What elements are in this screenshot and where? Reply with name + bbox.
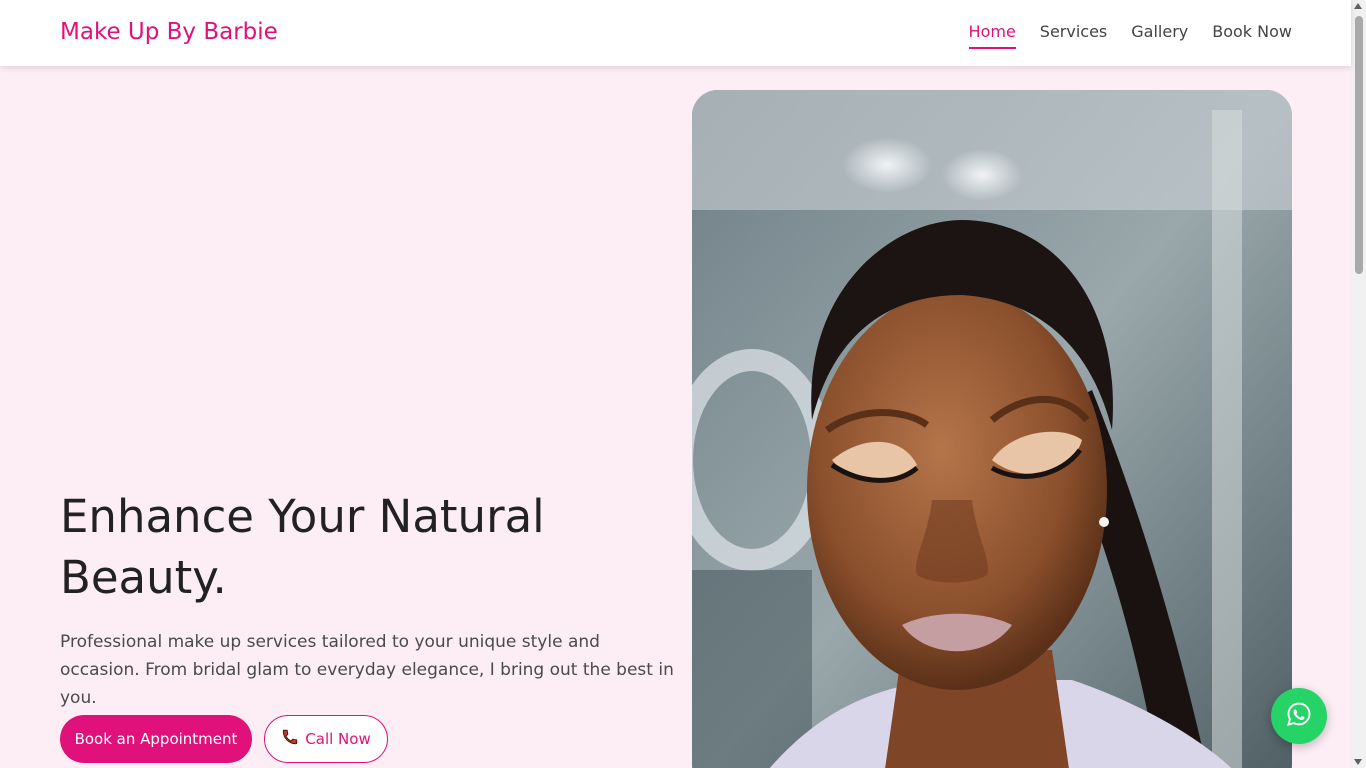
call-now-label: Call Now [305, 730, 371, 748]
phone-icon [281, 728, 299, 750]
scrollbar-thumb[interactable] [1355, 16, 1363, 274]
scroll-up-arrow-icon[interactable] [1354, 3, 1362, 9]
nav-links: Home Services Gallery Book Now [968, 22, 1292, 49]
nav-link-services[interactable]: Services [1040, 22, 1107, 49]
nav-link-gallery[interactable]: Gallery [1131, 22, 1188, 49]
book-appointment-button[interactable]: Book an Appointment [60, 715, 252, 763]
scrollbar[interactable] [1351, 0, 1366, 768]
book-appointment-label: Book an Appointment [74, 730, 238, 748]
nav-link-book-now[interactable]: Book Now [1212, 22, 1292, 49]
brand-logo[interactable]: Make Up By Barbie [60, 19, 278, 45]
whatsapp-icon [1285, 700, 1313, 732]
scroll-down-arrow-icon[interactable] [1354, 759, 1362, 765]
call-now-button[interactable]: Call Now [264, 715, 388, 763]
hero-title: Enhance Your Natural Beauty. [60, 490, 545, 604]
hero-description: Professional make up services tailored t… [60, 632, 674, 708]
portrait-photo [692, 90, 1292, 768]
nav-link-home[interactable]: Home [968, 22, 1017, 49]
whatsapp-button[interactable] [1271, 688, 1327, 744]
navbar: Make Up By Barbie Home Services Gallery … [0, 0, 1351, 66]
